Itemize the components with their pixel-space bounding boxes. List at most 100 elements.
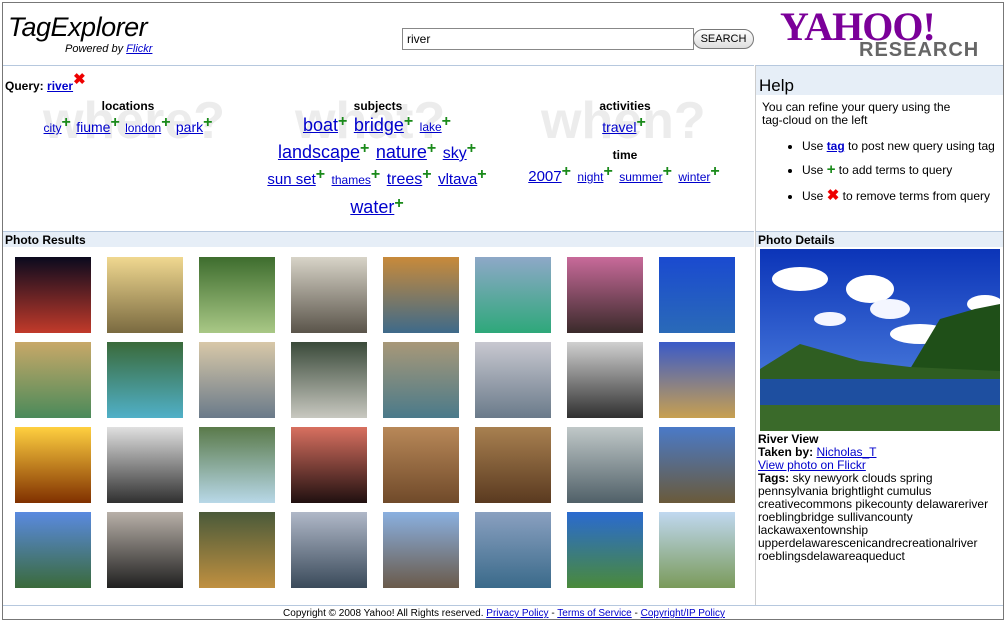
tag-summer[interactable]: summer — [619, 170, 662, 184]
detail-photo[interactable] — [760, 249, 1000, 431]
photo-thumbnail[interactable] — [567, 257, 643, 333]
help-item-text: to post new query using tag — [848, 139, 995, 153]
tag-city[interactable]: city — [44, 121, 62, 135]
help-intro: You can refine your query using the tag-… — [762, 100, 951, 127]
tag-landscape[interactable]: landscape — [278, 142, 360, 162]
tag-park[interactable]: park — [176, 119, 203, 135]
add-tag-icon[interactable]: + — [422, 166, 431, 183]
tag-sky[interactable]: sky — [443, 145, 467, 162]
add-tag-icon[interactable]: + — [394, 195, 403, 212]
tag-fiume[interactable]: fiume — [76, 119, 110, 135]
remove-term-icon[interactable]: ✖ — [73, 71, 86, 88]
add-tag-icon[interactable]: + — [316, 166, 325, 183]
add-tag-icon[interactable]: + — [467, 140, 476, 157]
copyright-policy-link[interactable]: Copyright/IP Policy — [641, 608, 725, 619]
add-tag-icon[interactable]: + — [404, 113, 413, 130]
photo-thumbnail[interactable] — [199, 427, 275, 503]
tag-trees[interactable]: trees — [387, 171, 423, 188]
photo-thumbnail[interactable] — [383, 427, 459, 503]
photo-thumbnail[interactable] — [567, 342, 643, 418]
add-tag-icon[interactable]: + — [360, 140, 369, 157]
photo-details-pane: River View Taken by: Nicholas_T View pho… — [755, 247, 1003, 605]
tag-nature[interactable]: nature — [376, 142, 427, 162]
help-item-prefix: Use — [802, 189, 824, 203]
photo-thumbnail[interactable] — [475, 342, 551, 418]
footer: Copyright © 2008 Yahoo! All Rights reser… — [3, 605, 1003, 619]
photo-thumbnail[interactable] — [567, 512, 643, 588]
tag-night[interactable]: night — [577, 170, 603, 184]
photo-thumbnail[interactable] — [659, 427, 735, 503]
flickr-link[interactable]: Flickr — [126, 43, 152, 55]
tag-london[interactable]: london — [125, 121, 161, 135]
tag-sun-set[interactable]: sun set — [267, 171, 315, 188]
help-tag-link[interactable]: tag — [827, 139, 845, 153]
search-button[interactable]: SEARCH — [693, 29, 754, 49]
locations-heading: locations — [101, 99, 155, 113]
terms-of-service-link[interactable]: Terms of Service — [557, 608, 631, 619]
photo-results-heading: Photo Results — [3, 231, 754, 247]
add-tag-icon[interactable]: + — [710, 163, 719, 180]
photo-thumbnail[interactable] — [107, 512, 183, 588]
photo-thumbnail[interactable] — [567, 427, 643, 503]
photo-thumbnail[interactable] — [475, 257, 551, 333]
search-input[interactable] — [402, 28, 694, 50]
tag-travel[interactable]: travel — [602, 119, 636, 135]
photo-thumbnail[interactable] — [199, 512, 275, 588]
research-wordmark: RESEARCH — [859, 39, 980, 61]
photo-thumbnail[interactable] — [107, 342, 183, 418]
add-tag-icon[interactable]: + — [161, 114, 170, 131]
photo-thumbnail[interactable] — [383, 512, 459, 588]
locations-tags: city+ fiume+ london+ park+ — [39, 114, 219, 137]
add-tag-icon[interactable]: + — [203, 114, 212, 131]
help-item-prefix: Use — [802, 163, 824, 177]
photo-thumbnail[interactable] — [107, 427, 183, 503]
photo-thumbnail[interactable] — [383, 342, 459, 418]
photo-thumbnail[interactable] — [199, 342, 275, 418]
add-tag-icon[interactable]: + — [110, 114, 119, 131]
photo-thumbnail[interactable] — [15, 512, 91, 588]
help-title: Help — [756, 65, 1003, 95]
add-tag-icon[interactable]: + — [427, 140, 436, 157]
tag-bridge[interactable]: bridge — [354, 115, 404, 135]
subjects-heading: subjects — [353, 99, 403, 113]
powered-by-label: Powered by — [65, 43, 124, 55]
photo-thumbnail[interactable] — [199, 257, 275, 333]
tag-vltava[interactable]: vltava — [438, 171, 477, 188]
photo-thumbnail[interactable] — [383, 257, 459, 333]
photo-thumbnail[interactable] — [659, 257, 735, 333]
photo-thumbnail[interactable] — [291, 512, 367, 588]
photo-thumbnail[interactable] — [107, 257, 183, 333]
tag-boat[interactable]: boat — [303, 115, 338, 135]
activities-tags: travel+ — [580, 114, 670, 137]
add-tag-icon[interactable]: + — [636, 114, 645, 131]
privacy-policy-link[interactable]: Privacy Policy — [486, 608, 548, 619]
photo-thumbnail[interactable] — [15, 342, 91, 418]
tag-lake[interactable]: lake — [420, 120, 442, 134]
tag-cloud: where? what? when? locations city+ fiume… — [3, 92, 754, 231]
add-tag-icon[interactable]: + — [562, 163, 571, 180]
photo-thumbnail[interactable] — [291, 427, 367, 503]
help-item-prefix: Use — [802, 139, 824, 153]
add-tag-icon[interactable]: + — [663, 163, 672, 180]
photo-thumbnail[interactable] — [15, 427, 91, 503]
photo-thumbnail[interactable] — [659, 512, 735, 588]
tag-water[interactable]: water — [350, 197, 394, 217]
add-tag-icon[interactable]: + — [477, 166, 486, 183]
add-tag-icon[interactable]: + — [442, 113, 451, 130]
add-tag-icon[interactable]: + — [603, 163, 612, 180]
tag-2007[interactable]: 2007 — [528, 168, 561, 185]
help-list: Use tag to post new query using tag Use … — [802, 139, 995, 212]
photo-thumbnail[interactable] — [475, 512, 551, 588]
photographer-link[interactable]: Nicholas_T — [816, 445, 876, 459]
photo-thumbnail[interactable] — [291, 342, 367, 418]
tag-thames[interactable]: thames — [332, 173, 371, 187]
photo-thumbnail[interactable] — [659, 342, 735, 418]
tag-winter[interactable]: winter — [678, 170, 710, 184]
view-on-flickr-link[interactable]: View photo on Flickr — [758, 458, 866, 472]
photo-thumbnail[interactable] — [291, 257, 367, 333]
photo-thumbnail[interactable] — [475, 427, 551, 503]
add-tag-icon[interactable]: + — [371, 166, 380, 183]
add-tag-icon[interactable]: + — [338, 113, 347, 130]
add-tag-icon[interactable]: + — [62, 114, 71, 131]
photo-thumbnail[interactable] — [15, 257, 91, 333]
